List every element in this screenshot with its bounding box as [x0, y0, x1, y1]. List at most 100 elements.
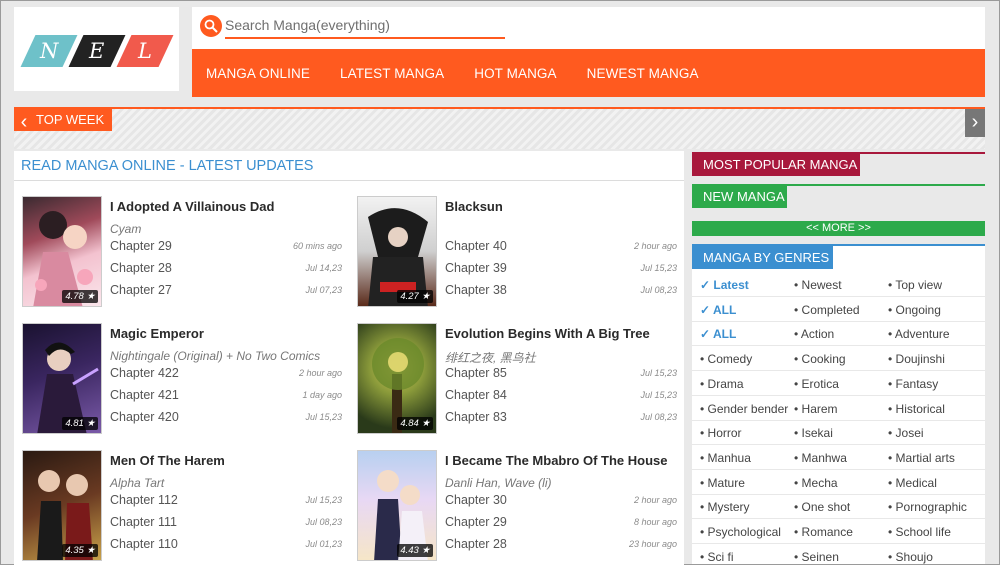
chapter-link[interactable]: Chapter 85 [445, 366, 507, 380]
chapter-row[interactable]: Chapter 28 23 hour ago [445, 537, 677, 557]
genre-row: • Drama • Erotica • Fantasy [692, 372, 985, 396]
manga-cover[interactable]: 4.78 ★ [22, 196, 102, 307]
new-manga-tab[interactable]: NEW MANGA [692, 186, 787, 208]
genre-link[interactable]: • Manhua [700, 451, 751, 465]
manga-title[interactable]: I Became The Mbabro Of The House [445, 453, 668, 468]
chapter-row[interactable]: Chapter 84 Jul 15,23 [445, 388, 677, 408]
chapter-row[interactable]: Chapter 422 2 hour ago [110, 366, 342, 386]
slider-prev-arrow-icon[interactable]: ‹ [14, 109, 34, 137]
chapter-row[interactable]: Chapter 27 Jul 07,23 [110, 283, 342, 303]
genre-link[interactable]: • Isekai [794, 426, 833, 440]
genre-link[interactable]: • Erotica [794, 377, 839, 391]
nav-newest-manga[interactable]: NEWEST MANGA [587, 66, 699, 81]
manga-title[interactable]: Evolution Begins With A Big Tree [445, 326, 650, 341]
genre-link[interactable]: • Fantasy [888, 377, 938, 391]
genre-link[interactable]: • Doujinshi [888, 352, 945, 366]
latest-updates-title[interactable]: READ MANGA ONLINE - LATEST UPDATES [21, 158, 313, 174]
chapter-row[interactable]: Chapter 85 Jul 15,23 [445, 366, 677, 386]
genre-link[interactable]: ✓ ALL [700, 327, 736, 341]
genre-link[interactable]: • Cooking [794, 352, 846, 366]
genre-link[interactable]: • Newest [794, 278, 842, 292]
chapter-link[interactable]: Chapter 29 [110, 239, 172, 253]
chapter-link[interactable]: Chapter 27 [110, 283, 172, 297]
chapter-link[interactable]: Chapter 28 [445, 537, 507, 551]
genre-link[interactable]: • Harem [794, 402, 838, 416]
genre-link[interactable]: • School life [888, 525, 951, 539]
chapter-row[interactable]: Chapter 30 2 hour ago [445, 493, 677, 513]
genre-link[interactable]: • Ongoing [888, 303, 941, 317]
genre-link[interactable]: • Manhwa [794, 451, 847, 465]
chapter-link[interactable]: Chapter 84 [445, 388, 507, 402]
chapter-row[interactable]: Chapter 29 60 mins ago [110, 239, 342, 259]
chapter-row[interactable]: Chapter 40 2 hour ago [445, 239, 677, 259]
manga-cover[interactable]: 4.43 ★ [357, 450, 437, 561]
genre-link[interactable]: • Mystery [700, 500, 750, 514]
chapter-link[interactable]: Chapter 422 [110, 366, 179, 380]
chapter-link[interactable]: Chapter 420 [110, 410, 179, 424]
genre-link[interactable]: • Adventure [888, 327, 950, 341]
manga-cover[interactable]: 4.84 ★ [357, 323, 437, 434]
chapter-link[interactable]: Chapter 110 [110, 537, 178, 551]
chapter-row[interactable]: Chapter 38 Jul 08,23 [445, 283, 677, 303]
chapter-link[interactable]: Chapter 83 [445, 410, 507, 424]
chapter-link[interactable]: Chapter 40 [445, 239, 507, 253]
nav-latest-manga[interactable]: LATEST MANGA [340, 66, 444, 81]
manga-title[interactable]: I Adopted A Villainous Dad [110, 199, 274, 214]
more-button[interactable]: << MORE >> [692, 221, 985, 236]
genre-link[interactable]: • Medical [888, 476, 937, 490]
manga-cover[interactable]: 4.27 ★ [357, 196, 437, 307]
genre-link[interactable]: • Mature [700, 476, 745, 490]
genre-link[interactable]: • Shoujo [888, 550, 933, 564]
genre-link[interactable]: • Psychological [700, 525, 781, 539]
manga-author: Cyam [110, 222, 142, 236]
chapter-link[interactable]: Chapter 421 [110, 388, 179, 402]
genre-link[interactable]: • Drama [700, 377, 744, 391]
manga-title[interactable]: Blacksun [445, 199, 503, 214]
manga-cover[interactable]: 4.35 ★ [22, 450, 102, 561]
manga-title[interactable]: Men Of The Harem [110, 453, 225, 468]
chapter-row[interactable]: Chapter 420 Jul 15,23 [110, 410, 342, 430]
genre-link[interactable]: • Martial arts [888, 451, 955, 465]
manga-cover[interactable]: 4.81 ★ [22, 323, 102, 434]
site-logo[interactable]: N E L [14, 7, 179, 91]
manga-title[interactable]: Magic Emperor [110, 326, 204, 341]
genre-link[interactable]: • Top view [888, 278, 942, 292]
chapter-row[interactable]: Chapter 110 Jul 01,23 [110, 537, 342, 557]
genre-link[interactable]: ✓ ALL [700, 303, 736, 317]
nav-manga-online[interactable]: MANGA ONLINE [206, 66, 310, 81]
chapter-link[interactable]: Chapter 28 [110, 261, 172, 275]
chapter-link[interactable]: Chapter 112 [110, 493, 178, 507]
rating-badge: 4.81 ★ [62, 417, 98, 430]
genre-link[interactable]: • One shot [794, 500, 850, 514]
genre-link[interactable]: • Seinen [794, 550, 839, 564]
genre-link[interactable]: • Horror [700, 426, 742, 440]
genre-link[interactable]: • Historical [888, 402, 945, 416]
genre-link[interactable]: ✓ Latest [700, 278, 749, 292]
most-popular-tab[interactable]: MOST POPULAR MANGA [692, 154, 860, 176]
genre-link[interactable]: • Mecha [794, 476, 838, 490]
nav-hot-manga[interactable]: HOT MANGA [474, 66, 556, 81]
chapter-row[interactable]: Chapter 39 Jul 15,23 [445, 261, 677, 281]
chapter-link[interactable]: Chapter 30 [445, 493, 507, 507]
genre-link[interactable]: • Josei [888, 426, 924, 440]
chapter-row[interactable]: Chapter 28 Jul 14,23 [110, 261, 342, 281]
genre-link[interactable]: • Pornographic [888, 500, 967, 514]
genre-link[interactable]: • Sci fi [700, 550, 734, 564]
chapter-row[interactable]: Chapter 83 Jul 08,23 [445, 410, 677, 430]
chapter-row[interactable]: Chapter 111 Jul 08,23 [110, 515, 342, 535]
chapter-link[interactable]: Chapter 38 [445, 283, 507, 297]
genre-link[interactable]: • Romance [794, 525, 853, 539]
chapter-row[interactable]: Chapter 112 Jul 15,23 [110, 493, 342, 513]
genre-link[interactable]: • Action [794, 327, 834, 341]
genre-link[interactable]: • Gender bender [700, 402, 788, 416]
chapter-link[interactable]: Chapter 29 [445, 515, 507, 529]
slider-next-arrow-icon[interactable]: › [965, 109, 985, 137]
genre-link[interactable]: • Comedy [700, 352, 752, 366]
chapter-row[interactable]: Chapter 29 8 hour ago [445, 515, 677, 535]
search-input[interactable] [225, 17, 505, 39]
genre-link[interactable]: • Completed [794, 303, 860, 317]
chapter-row[interactable]: Chapter 421 1 day ago [110, 388, 342, 408]
chapter-link[interactable]: Chapter 111 [110, 515, 177, 529]
chapter-link[interactable]: Chapter 39 [445, 261, 507, 275]
search-icon[interactable] [200, 15, 222, 37]
